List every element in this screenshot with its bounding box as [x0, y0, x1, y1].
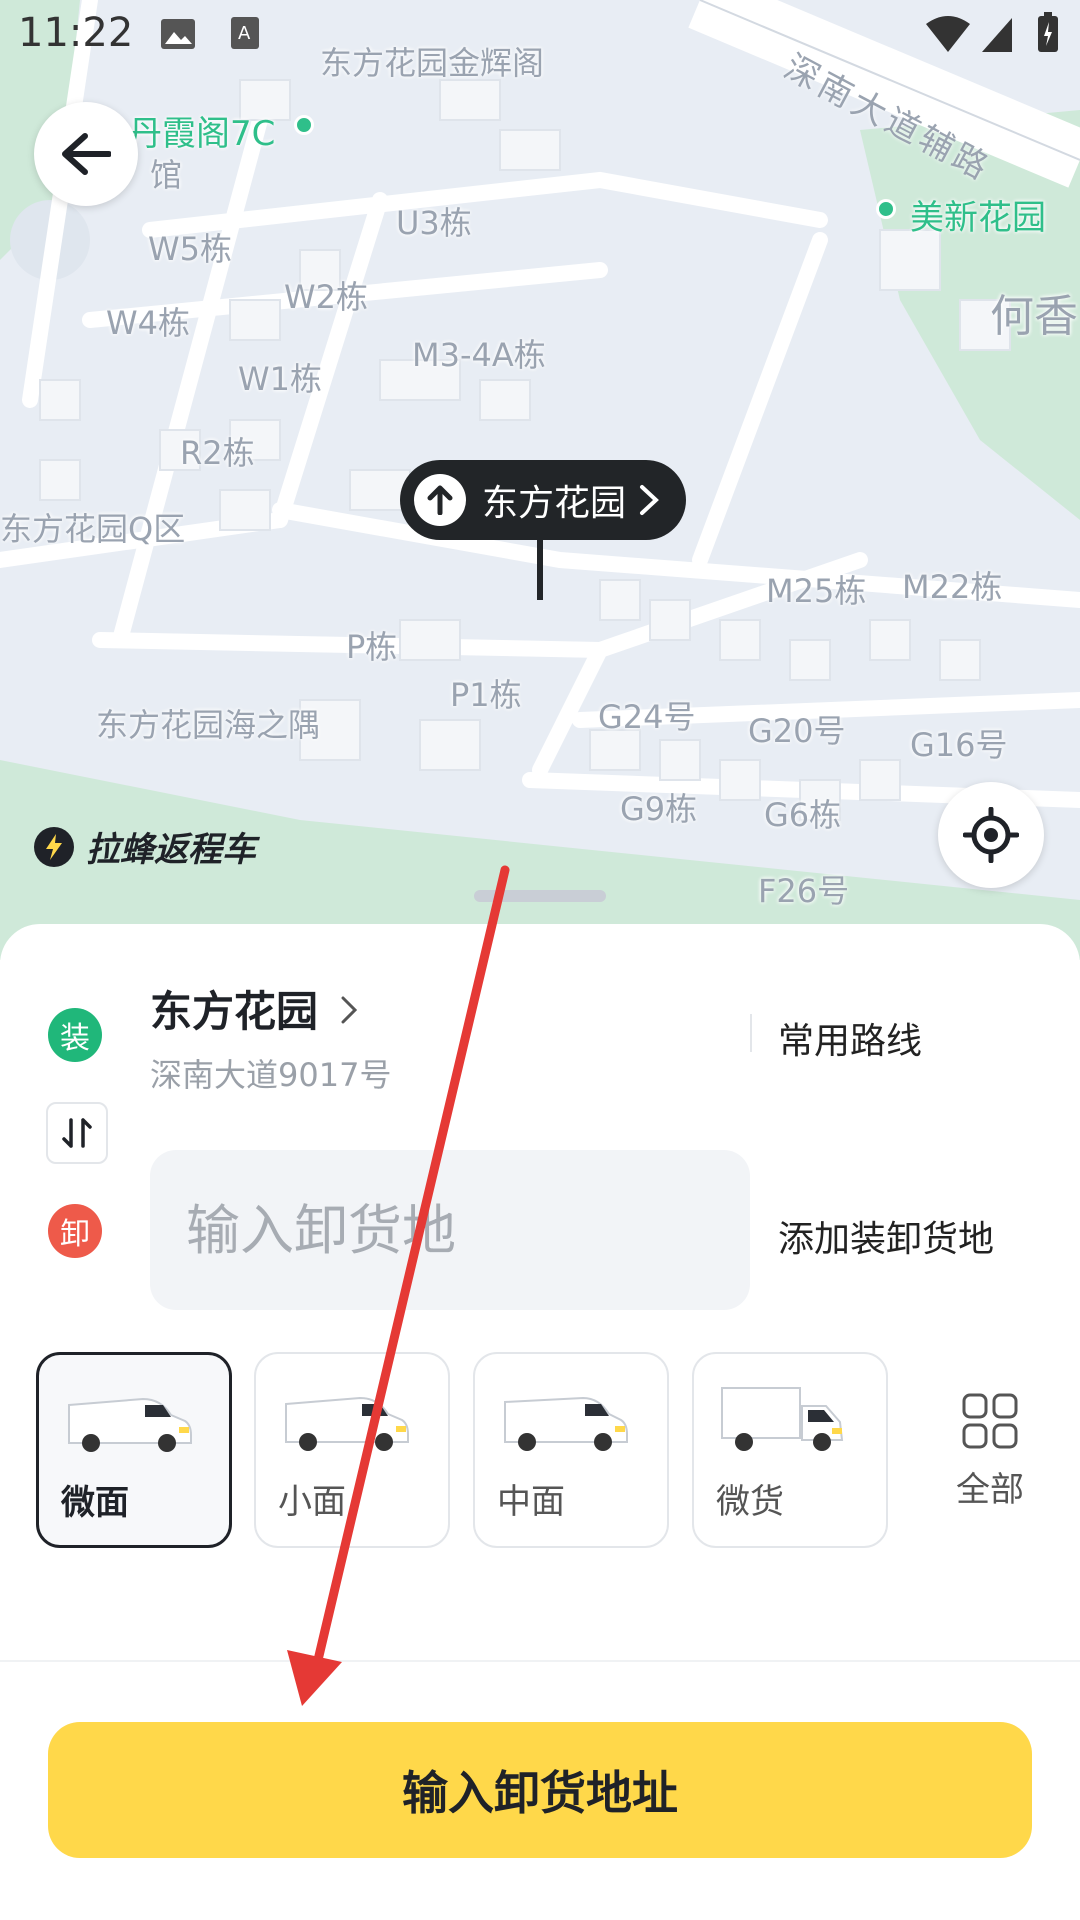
van-icon [504, 1396, 628, 1451]
origin-name: 东方花园 [150, 987, 319, 1036]
vehicle-option[interactable]: 微面 [36, 1352, 232, 1548]
load-badge: 装 [48, 1008, 102, 1062]
map-label: M22栋 [902, 568, 1003, 606]
wifi-icon [926, 16, 970, 52]
status-time: 11:22 [18, 10, 134, 56]
map-view[interactable]: 11:22 A 深南大道辅路 丹霞阁7C 美新花园 东方花园金辉阁 馆 U3栋 … [0, 0, 1080, 960]
poi-dot [876, 199, 896, 219]
origin-address: 深南大道9017号 [150, 1056, 392, 1094]
brand-logo: 拉蜂返程车 [34, 822, 256, 871]
map-label: G6栋 [764, 796, 842, 834]
vehicle-label: 中面 [497, 1482, 565, 1522]
vehicle-option[interactable]: 小面 [254, 1352, 450, 1548]
add-stop-link[interactable]: 添加装卸货地 [778, 1210, 994, 1262]
back-button[interactable] [34, 102, 138, 206]
chevron-right-icon [640, 485, 659, 515]
swap-button[interactable] [46, 1102, 108, 1164]
locate-me-button[interactable] [938, 782, 1044, 888]
map-label: F26号 [758, 872, 850, 910]
poi-dot [294, 115, 314, 135]
cellular-icon [982, 18, 1012, 52]
map-label: 东方花园Q区 [0, 510, 186, 548]
poi-label: 丹霞阁7C [128, 114, 276, 154]
text-notification-icon: A [231, 17, 259, 49]
bolt-icon [34, 826, 74, 867]
common-routes-link[interactable]: 常用路线 [778, 1012, 922, 1064]
enter-destination-button[interactable]: 输入卸货地址 [48, 1722, 1032, 1858]
map-label: W5栋 [148, 230, 233, 268]
origin-title[interactable]: 东方花园 [150, 978, 361, 1039]
unload-badge: 卸 [48, 1204, 102, 1258]
all-vehicles-button[interactable]: 全部 [950, 1392, 1030, 1511]
truck-icon [721, 1387, 844, 1451]
map-label: G24号 [598, 698, 696, 736]
map-label: R2栋 [180, 434, 255, 472]
divider [0, 1660, 1080, 1662]
map-label: 馆 [150, 156, 183, 194]
pin-label: 东方花园 [482, 483, 627, 524]
map-label: P栋 [346, 628, 398, 666]
arrow-left-icon [62, 133, 111, 175]
battery-icon [1038, 12, 1058, 52]
map-label: 东方花园海之隅 [96, 706, 321, 744]
map-label: G16号 [910, 726, 1008, 764]
map-label: W1栋 [238, 360, 323, 398]
vehicle-option[interactable]: 中面 [473, 1352, 669, 1548]
location-pin-bubble[interactable]: 东方花园 [400, 460, 687, 540]
destination-input[interactable] [150, 1150, 750, 1310]
vehicle-label: 小面 [278, 1482, 346, 1522]
van-icon [68, 1397, 192, 1452]
map-label: W2栋 [284, 278, 369, 316]
map-label: W4栋 [106, 304, 191, 342]
map-label: M25栋 [766, 572, 867, 610]
map-label: 东方花园金辉阁 [320, 44, 545, 82]
sheet-drag-handle[interactable] [474, 890, 606, 902]
svg-text:A: A [238, 23, 251, 44]
chevron-right-icon [341, 996, 357, 1024]
poi-label: 美新花园 [910, 198, 1046, 238]
locate-icon [963, 807, 1019, 863]
map-label: 何香 [990, 291, 1078, 342]
all-label: 全部 [956, 1470, 1024, 1510]
map-label: P1栋 [450, 676, 522, 714]
map-label: G9栋 [620, 790, 698, 828]
arrow-up-icon [414, 474, 466, 526]
divider [750, 1014, 752, 1052]
map-label: U3栋 [396, 204, 472, 242]
map-label: M3-4A栋 [412, 336, 546, 374]
swap-icon [62, 1118, 92, 1148]
vehicle-option[interactable]: 微货 [692, 1352, 888, 1548]
vehicle-label: 微货 [716, 1482, 784, 1522]
grid-icon [962, 1393, 1018, 1449]
pin-stem [537, 538, 543, 600]
vehicle-label: 微面 [61, 1483, 129, 1523]
brand-name: 拉蜂返程车 [86, 830, 256, 870]
map-label: G20号 [748, 712, 846, 750]
van-icon [285, 1396, 409, 1451]
image-notification-icon [161, 19, 195, 49]
